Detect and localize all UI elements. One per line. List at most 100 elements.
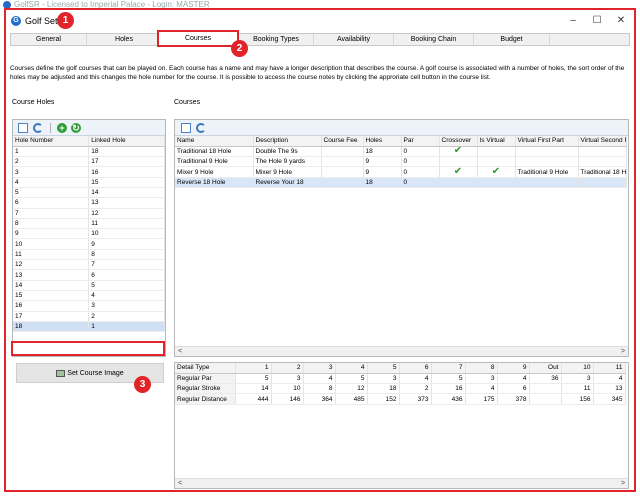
table-row[interactable]: Mixer 9 Hole Mixer 9 Hole 9 0 ✔ ✔ Traditional … xyxy=(175,166,627,178)
hole-number-cell[interactable]: 12 xyxy=(13,259,90,271)
details-scroll-right-icon[interactable]: > xyxy=(618,479,628,489)
course-crossover-cell[interactable] xyxy=(439,156,478,168)
table-row[interactable]: 14 5 xyxy=(13,280,165,291)
tab-holes[interactable]: Holes xyxy=(87,34,162,45)
course-first-cell[interactable]: Traditional 9 Hole xyxy=(515,166,579,178)
detail-value-cell[interactable]: 373 xyxy=(399,393,432,405)
detail-value-cell[interactable]: 11 xyxy=(561,383,594,395)
linked-hole-cell[interactable]: 17 xyxy=(88,156,165,168)
course-crossover-cell[interactable]: ✔ xyxy=(439,146,478,158)
linked-hole-cell[interactable]: 5 xyxy=(88,280,165,291)
table-row[interactable]: 13 6 xyxy=(13,269,165,281)
course-name-cell[interactable]: Mixer 9 Hole xyxy=(175,166,254,178)
column-header[interactable]: 2 xyxy=(271,363,304,374)
column-header[interactable]: Virtual Second F xyxy=(578,136,627,147)
detail-value-cell[interactable]: 378 xyxy=(497,393,530,405)
linked-hole-cell[interactable]: 10 xyxy=(88,228,165,240)
detail-value-cell[interactable]: 152 xyxy=(367,393,400,405)
linked-hole-cell[interactable]: 14 xyxy=(88,187,165,199)
detail-value-cell[interactable]: 16 xyxy=(431,383,466,395)
course-fee-cell[interactable] xyxy=(321,146,364,158)
course-name-cell[interactable]: Traditional 9 Hole xyxy=(175,156,254,168)
course-description-cell[interactable]: Reverse Your 18 xyxy=(253,177,322,188)
column-header[interactable]: Par xyxy=(401,136,440,147)
detail-value-cell[interactable]: 345 xyxy=(593,393,626,405)
column-header-hole-number[interactable]: Hole Number xyxy=(13,136,90,147)
hole-number-cell[interactable]: 6 xyxy=(13,197,90,209)
table-row[interactable]: 7 12 xyxy=(13,208,165,219)
table-row[interactable]: Regular Stroke 14 10 8 12 18 2 16 4 6 11 13 xyxy=(175,383,626,395)
course-first-cell[interactable] xyxy=(515,146,579,158)
column-header[interactable]: 6 xyxy=(399,363,432,374)
detail-value-cell[interactable]: 156 xyxy=(561,393,594,405)
linked-hole-cell[interactable]: 16 xyxy=(88,166,165,178)
course-holes-cell[interactable]: 18 xyxy=(363,177,402,188)
column-header[interactable]: 7 xyxy=(431,363,466,374)
detail-type-cell[interactable]: Regular Distance xyxy=(175,393,236,405)
course-second-cell[interactable]: Traditional 18 H xyxy=(578,166,627,178)
detail-value-cell[interactable]: 146 xyxy=(271,393,304,405)
hole-number-cell[interactable]: 4 xyxy=(13,177,90,188)
course-first-cell[interactable] xyxy=(515,177,579,188)
refresh-courses-icon[interactable] xyxy=(196,123,206,133)
detail-value-cell[interactable]: 36 xyxy=(529,373,562,385)
column-header[interactable]: Holes xyxy=(363,136,402,147)
column-header[interactable]: 8 xyxy=(465,363,498,374)
course-second-cell[interactable] xyxy=(578,146,627,158)
course-second-cell[interactable] xyxy=(578,156,627,168)
course-virtual-cell[interactable] xyxy=(477,146,516,158)
linked-hole-cell[interactable]: 15 xyxy=(88,177,165,188)
detail-value-cell[interactable]: 4 xyxy=(465,383,498,395)
hole-number-cell[interactable]: 7 xyxy=(13,208,90,219)
hole-number-cell[interactable]: 2 xyxy=(13,156,90,168)
detail-value-cell[interactable]: 5 xyxy=(335,373,368,385)
course-virtual-cell[interactable] xyxy=(477,156,516,168)
maximize-button[interactable]: ☐ xyxy=(586,13,608,29)
hole-number-cell[interactable]: 17 xyxy=(13,311,90,322)
detail-value-cell[interactable]: 4 xyxy=(497,373,530,385)
column-header[interactable]: Description xyxy=(253,136,322,147)
detail-value-cell[interactable] xyxy=(529,393,562,405)
detail-value-cell[interactable]: 12 xyxy=(335,383,368,395)
hole-number-cell[interactable]: 13 xyxy=(13,269,90,281)
hole-number-cell[interactable]: 18 xyxy=(13,321,90,333)
column-header-linked-hole[interactable]: Linked Hole xyxy=(88,136,165,147)
table-row[interactable]: 6 13 xyxy=(13,197,165,209)
column-header[interactable]: Virtual First Part xyxy=(515,136,579,147)
column-header[interactable]: 4 xyxy=(335,363,368,374)
table-row[interactable]: Regular Par 5 3 4 5 3 4 5 3 4 36 3 4 xyxy=(175,373,626,385)
add-icon[interactable]: + xyxy=(57,123,67,133)
course-fee-cell[interactable] xyxy=(321,177,364,188)
linked-hole-cell[interactable]: 3 xyxy=(88,300,165,312)
tab-general[interactable]: General xyxy=(11,34,87,45)
course-holes-cell[interactable]: 9 xyxy=(363,156,402,168)
hole-number-cell[interactable]: 15 xyxy=(13,290,90,302)
linked-hole-cell[interactable]: 2 xyxy=(88,311,165,322)
refresh-icon[interactable] xyxy=(33,123,43,133)
detail-value-cell[interactable]: 4 xyxy=(593,373,626,385)
tab-courses[interactable]: Courses xyxy=(157,30,239,47)
column-header[interactable]: Out xyxy=(529,363,562,374)
scroll-right-icon[interactable]: > xyxy=(618,347,628,357)
course-description-cell[interactable]: Double The 9s xyxy=(253,146,322,158)
course-description-cell[interactable]: The Hole 9 yards xyxy=(253,156,322,168)
column-header[interactable]: Crossover xyxy=(439,136,478,147)
scroll-left-icon[interactable]: < xyxy=(175,347,185,357)
hole-number-cell[interactable]: 14 xyxy=(13,280,90,291)
detail-type-cell[interactable]: Regular Par xyxy=(175,373,236,385)
course-crossover-cell[interactable] xyxy=(439,177,478,188)
table-row[interactable]: 118 xyxy=(13,146,165,158)
details-scroll-left-icon[interactable]: < xyxy=(175,479,185,489)
courses-horizontal-scrollbar[interactable]: < > xyxy=(175,346,628,356)
column-header[interactable]: Name xyxy=(175,136,254,147)
course-par-cell[interactable]: 0 xyxy=(401,166,440,178)
detail-value-cell[interactable]: 3 xyxy=(465,373,498,385)
course-description-cell[interactable]: Mixer 9 Hole xyxy=(253,166,322,178)
linked-hole-cell[interactable]: 12 xyxy=(88,208,165,219)
linked-hole-cell[interactable]: 6 xyxy=(88,269,165,281)
column-header[interactable]: 1 xyxy=(235,363,272,374)
table-row[interactable]: 3 16 xyxy=(13,166,165,178)
column-header[interactable]: 11 xyxy=(593,363,626,374)
detail-value-cell[interactable]: 14 xyxy=(235,383,272,395)
table-row[interactable]: 12 7 xyxy=(13,259,165,271)
